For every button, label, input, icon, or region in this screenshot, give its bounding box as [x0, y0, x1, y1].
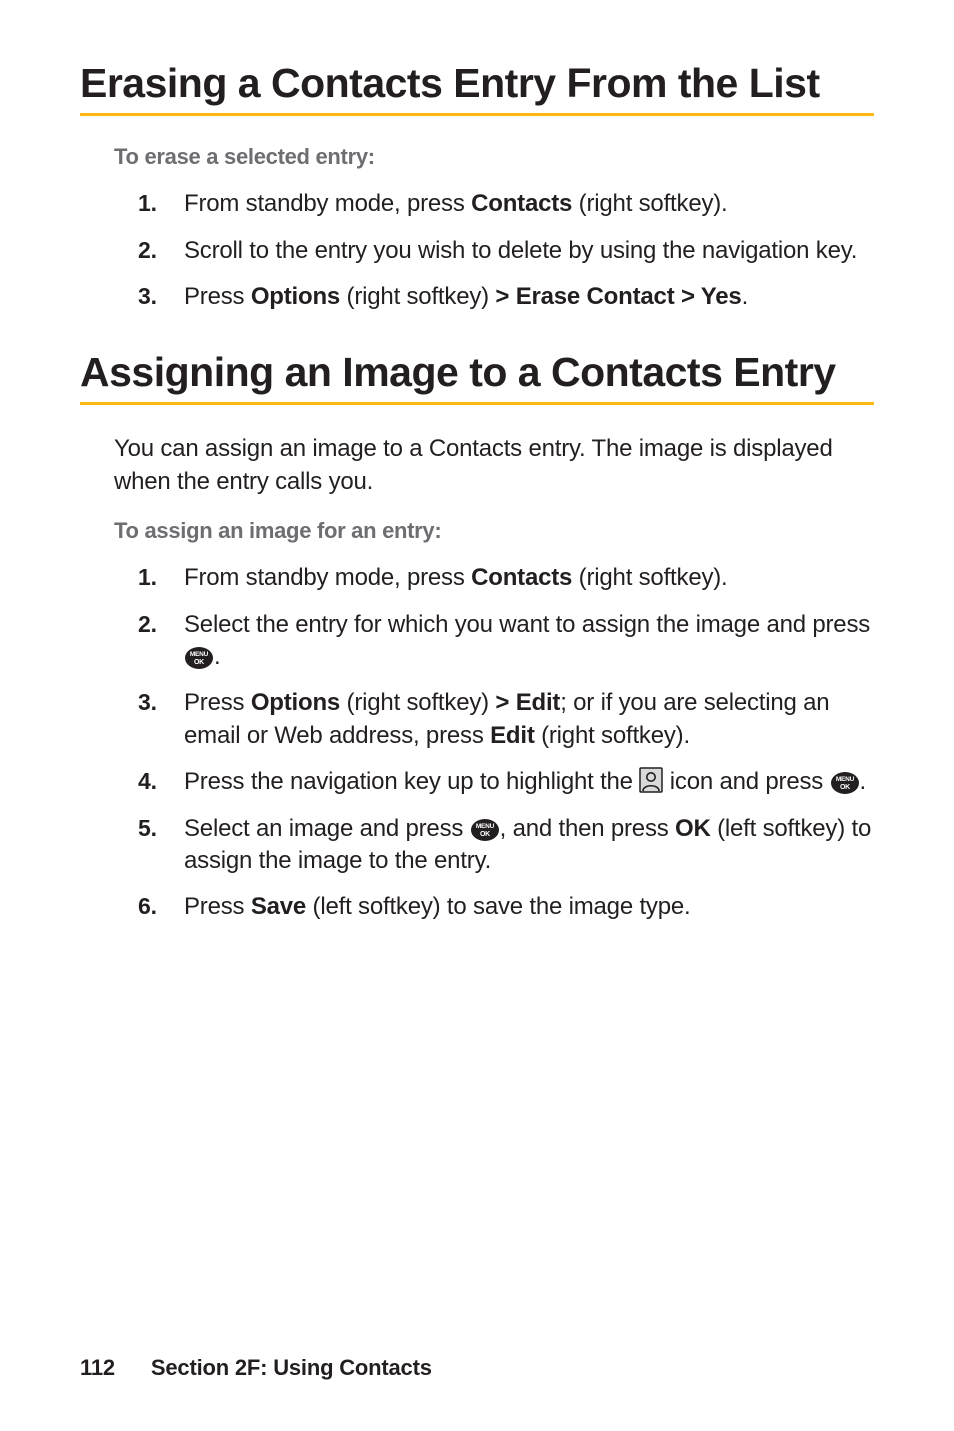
- svg-text:OK: OK: [839, 784, 849, 791]
- s1-step-2-text: Scroll to the entry you wish to delete b…: [184, 237, 857, 264]
- s2-step-1-pre: From standby mode, press: [184, 564, 471, 591]
- s2-step-6: Press Save (left softkey) to save the im…: [138, 891, 874, 923]
- s2-step-2: Select the entry for which you want to a…: [138, 609, 874, 674]
- s1-step-1-pre: From standby mode, press: [184, 190, 471, 217]
- section-1-steps: From standby mode, press Contacts (right…: [80, 188, 874, 313]
- s2-step-6-pre: Press: [184, 893, 251, 920]
- s2-step-5-pre: Select an image and press: [184, 815, 470, 842]
- s2-step-3-bold1: Options: [251, 689, 340, 716]
- s1-step-3-bold1: Options: [251, 283, 340, 310]
- page-footer: 112 Section 2F: Using Contacts: [80, 1355, 432, 1381]
- menu-ok-icon: MENU OK: [184, 646, 214, 670]
- s2-step-4: Press the navigation key up to highlight…: [138, 766, 874, 798]
- svg-text:MENU: MENU: [190, 651, 209, 658]
- s2-step-5-mid: , and then press: [500, 815, 675, 842]
- menu-ok-icon: MENU OK: [830, 771, 860, 795]
- section-2-rule: [80, 402, 874, 405]
- s2-step-4-mid: icon and press: [663, 768, 829, 795]
- svg-text:OK: OK: [194, 659, 204, 666]
- s2-step-4-post: .: [860, 768, 866, 795]
- footer-section-label: Section 2F: Using Contacts: [151, 1355, 432, 1380]
- section-2-steps: From standby mode, press Contacts (right…: [80, 562, 874, 924]
- section-1-rule: [80, 113, 874, 116]
- s1-step-3-bold2: > Erase Contact > Yes: [495, 283, 741, 310]
- s1-step-2: Scroll to the entry you wish to delete b…: [138, 235, 874, 267]
- s2-step-4-pre: Press the navigation key up to highlight…: [184, 768, 639, 795]
- svg-text:MENU: MENU: [475, 823, 494, 830]
- s1-step-3-pre: Press: [184, 283, 251, 310]
- section-2-intro: You can assign an image to a Contacts en…: [114, 433, 874, 498]
- s1-step-1-post: (right softkey).: [572, 190, 727, 217]
- section-2-title: Assigning an Image to a Contacts Entry: [80, 349, 874, 396]
- s2-step-3: Press Options (right softkey) > Edit; or…: [138, 687, 874, 752]
- s2-step-1-bold: Contacts: [471, 564, 572, 591]
- s2-step-1-post: (right softkey).: [572, 564, 727, 591]
- s2-step-3-post: (right softkey).: [535, 722, 690, 749]
- s1-step-1: From standby mode, press Contacts (right…: [138, 188, 874, 220]
- s1-step-1-bold: Contacts: [471, 190, 572, 217]
- page-number: 112: [80, 1355, 115, 1381]
- face-icon: [639, 767, 663, 793]
- s2-step-5-bold: OK: [675, 815, 711, 842]
- svg-text:OK: OK: [480, 831, 490, 838]
- svg-text:MENU: MENU: [835, 776, 854, 783]
- s2-step-5: Select an image and press MENU OK , and …: [138, 813, 874, 878]
- s2-step-2-pre: Select the entry for which you want to a…: [184, 611, 870, 638]
- section-1-title: Erasing a Contacts Entry From the List: [80, 60, 874, 107]
- s2-step-3-mid1: (right softkey): [340, 689, 495, 716]
- s2-step-3-pre: Press: [184, 689, 251, 716]
- page: Erasing a Contacts Entry From the List T…: [0, 0, 954, 1431]
- s1-step-3-mid: (right softkey): [340, 283, 495, 310]
- s2-step-3-bold3: Edit: [490, 722, 535, 749]
- s2-step-3-bold2: > Edit: [495, 689, 560, 716]
- menu-ok-icon: MENU OK: [470, 818, 500, 842]
- s1-step-3: Press Options (right softkey) > Erase Co…: [138, 281, 874, 313]
- s2-step-1: From standby mode, press Contacts (right…: [138, 562, 874, 594]
- s2-step-6-bold: Save: [251, 893, 306, 920]
- s2-step-2-post: .: [214, 643, 220, 670]
- s2-step-6-post: (left softkey) to save the image type.: [306, 893, 690, 920]
- s1-step-3-post: .: [742, 283, 748, 310]
- section-1-subhead: To erase a selected entry:: [114, 144, 874, 170]
- section-2-subhead: To assign an image for an entry:: [114, 518, 874, 544]
